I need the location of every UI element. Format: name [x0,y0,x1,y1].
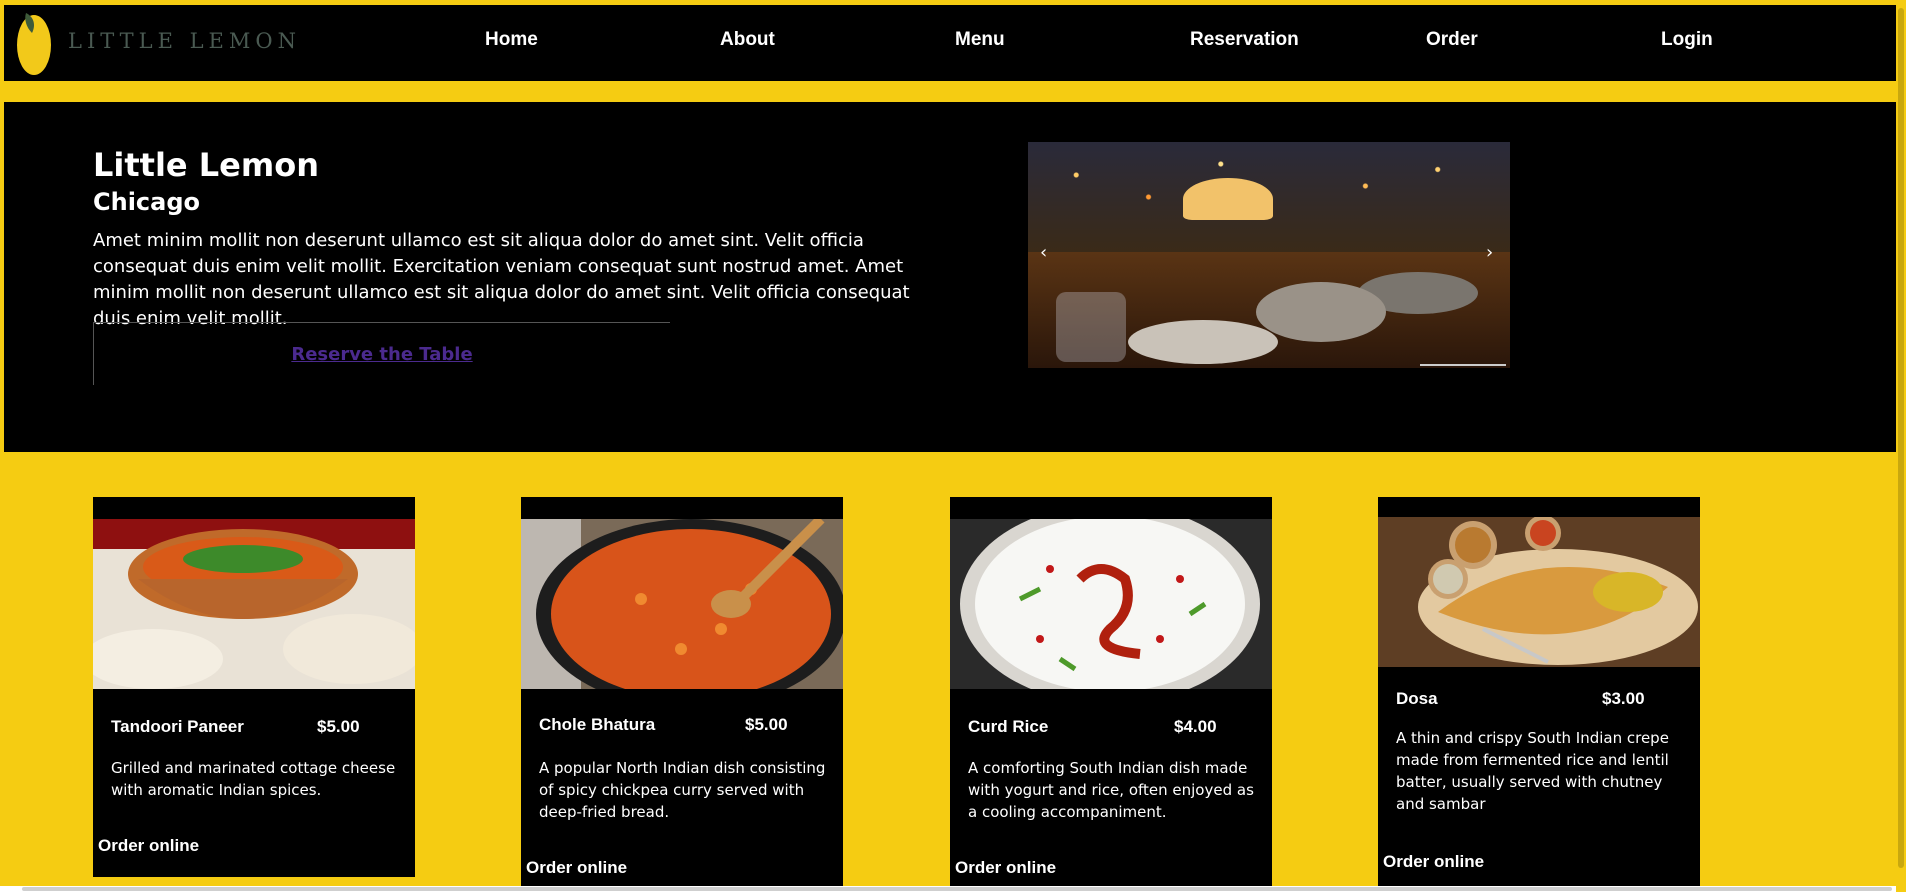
carousel-image-lamp [1183,178,1273,220]
card-description: Grilled and marinated cottage cheese wit… [111,759,396,799]
card-image-chole-bhatura [521,519,843,689]
hero-description: Amet minim mollit non deserunt ullamco e… [93,230,910,329]
logo[interactable]: LITTLE LEMON [14,5,301,81]
card-description: A thin and crispy South Indian crepe mad… [1396,729,1669,813]
menu-card-tandoori-paneer: Tandoori Paneer $5.00 Grilled and marina… [93,497,415,877]
card-name: Curd Rice [968,717,1049,736]
card-price: $4.00 [1174,717,1217,736]
nav-menu[interactable]: Menu [955,29,1005,51]
hero-title: Little Lemon [93,146,319,184]
hero-section: Little Lemon Chicago Amet minim mollit n… [4,102,1896,452]
card-price: $5.00 [317,717,360,736]
nav-home[interactable]: Home [485,29,538,51]
card-name: Tandoori Paneer [111,717,244,736]
nav-order[interactable]: Order [1426,29,1478,51]
nav-login[interactable]: Login [1661,29,1713,51]
hero-carousel[interactable]: ‹ › [1028,142,1510,368]
card-description: A comforting South Indian dish made with… [968,759,1254,821]
carousel-next-icon[interactable]: › [1486,242,1493,263]
menu-card-chole-bhatura: Chole Bhatura $5.00 A popular North Indi… [521,497,843,892]
card-image-curd-rice [950,519,1272,689]
menu-card-dosa: Dosa $3.00 A thin and crispy South India… [1378,497,1700,892]
carousel-image-glass [1056,292,1126,362]
horizontal-scrollbar-thumb[interactable] [22,887,1892,891]
card-name: Dosa [1396,689,1438,708]
order-online-link[interactable]: Order online [526,858,627,878]
hero-subtitle: Chicago [93,188,201,216]
carousel-image-dish [1128,320,1278,364]
order-online-link[interactable]: Order online [955,858,1056,878]
reserve-link[interactable]: Reserve the Table [291,344,472,365]
card-image-tandoori-paneer [93,519,415,689]
carousel-indicator[interactable] [1420,364,1506,366]
card-price: $5.00 [745,715,788,734]
carousel-prev-icon[interactable]: ‹ [1040,242,1047,263]
order-online-link[interactable]: Order online [98,836,199,856]
nav-reservation[interactable]: Reservation [1190,29,1299,51]
card-name: Chole Bhatura [539,715,656,734]
lemon-icon [17,13,51,75]
top-nav: LITTLE LEMON Home About Menu Reservation… [4,5,1896,81]
carousel-image-bowl [1256,282,1386,342]
vertical-scrollbar-thumb[interactable] [1898,8,1904,868]
order-online-link[interactable]: Order online [1383,852,1484,872]
card-description: A popular North Indian dish consisting o… [539,759,826,821]
card-image-dosa [1378,517,1700,667]
logo-text: LITTLE LEMON [68,29,301,53]
nav-about[interactable]: About [720,29,775,51]
menu-card-curd-rice: Curd Rice $4.00 A comforting South India… [950,497,1272,892]
card-price: $3.00 [1602,689,1645,708]
reserve-button[interactable]: Reserve the Table [93,322,670,385]
